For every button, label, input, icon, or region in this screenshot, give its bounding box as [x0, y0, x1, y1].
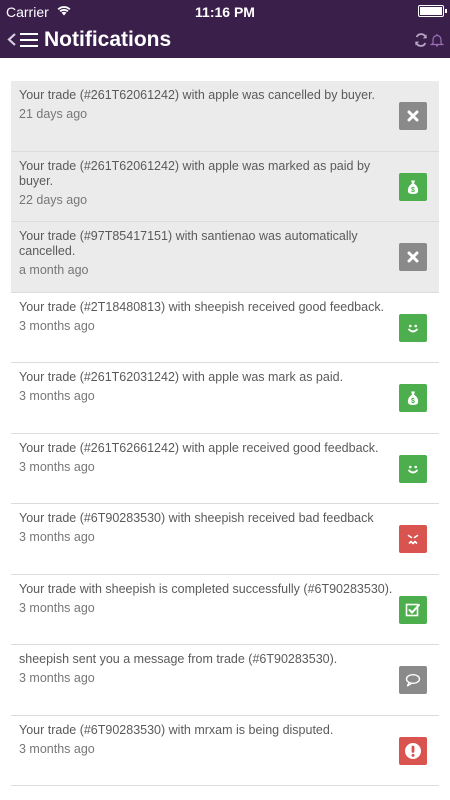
notification-time: 3 months ago	[19, 459, 95, 474]
bell-icon[interactable]	[429, 33, 445, 47]
status-bar: Carrier 11:16 PM	[0, 0, 450, 22]
comment-icon	[399, 666, 427, 694]
notification-item[interactable]: Your trade (#261T62661242) with apple re…	[11, 434, 439, 504]
frown-icon	[399, 525, 427, 553]
back-icon[interactable]	[6, 33, 19, 46]
notification-text: Your trade (#261T62661242) with apple re…	[19, 440, 379, 455]
menu-icon[interactable]	[20, 33, 38, 47]
notification-item[interactable]: Your trade (#261T62031242) with apple wa…	[11, 363, 439, 434]
exclamation-icon	[399, 736, 427, 765]
money-bag-icon: $	[399, 172, 427, 201]
notification-item[interactable]: Your trade (#97T85417151) with santienao…	[11, 222, 439, 293]
notification-time: a month ago	[19, 263, 89, 277]
smile-icon	[399, 313, 427, 342]
notification-item[interactable]: Your trade (#6T90283530) with sheepish r…	[11, 504, 439, 575]
notification-time: 21 days ago	[19, 107, 88, 121]
notification-text: Your trade with sheepish is completed su…	[19, 581, 393, 596]
notification-time: 3 months ago	[19, 318, 95, 333]
refresh-icon[interactable]	[414, 33, 428, 47]
notification-text: Your trade (#261T62061242) with apple wa…	[19, 158, 371, 188]
check-square-icon	[399, 595, 427, 624]
money-bag-icon: $	[399, 384, 427, 412]
nav-bar: Notifications	[0, 22, 450, 58]
notification-list: Your trade (#261T62061242) with apple wa…	[11, 81, 439, 786]
notification-item[interactable]: sheepish sent you a message from trade (…	[11, 645, 439, 716]
notification-text: Your trade (#6T90283530) with mrxam is b…	[19, 722, 334, 737]
notification-text: sheepish sent you a message from trade (…	[19, 652, 338, 666]
notification-item[interactable]: Your trade (#261T62061242) with apple wa…	[11, 151, 439, 222]
close-icon	[399, 102, 427, 130]
notification-text: Your trade (#6T90283530) with sheepish r…	[19, 511, 374, 525]
notification-item[interactable]: Your trade (#2T18480813) with sheepish r…	[11, 293, 439, 363]
notification-time: 3 months ago	[19, 389, 95, 403]
notification-text: Your trade (#97T85417151) with santienao…	[19, 229, 358, 258]
page-title: Notifications	[44, 28, 172, 51]
notification-text: Your trade (#261T62031242) with apple wa…	[19, 370, 344, 384]
notification-text: Your trade (#2T18480813) with sheepish r…	[19, 299, 385, 314]
battery-icon	[418, 5, 447, 17]
notification-item[interactable]: Your trade (#261T62061242) with apple wa…	[11, 81, 439, 152]
notification-time: 3 months ago	[19, 741, 95, 756]
svg-text:$: $	[411, 398, 415, 405]
notification-time: 22 days ago	[19, 192, 88, 207]
close-icon	[399, 243, 427, 271]
svg-text:$: $	[411, 186, 415, 193]
notification-time: 3 months ago	[19, 671, 95, 685]
notification-time: 3 months ago	[19, 600, 95, 615]
notification-item[interactable]: Your trade with sheepish is completed su…	[11, 575, 439, 645]
smile-icon	[399, 454, 427, 483]
clock: 11:16 PM	[195, 4, 255, 20]
notification-time: 3 months ago	[19, 530, 95, 544]
notification-text: Your trade (#261T62061242) with apple wa…	[19, 88, 376, 102]
notification-item[interactable]: Your trade (#6T90283530) with mrxam is b…	[11, 716, 439, 786]
